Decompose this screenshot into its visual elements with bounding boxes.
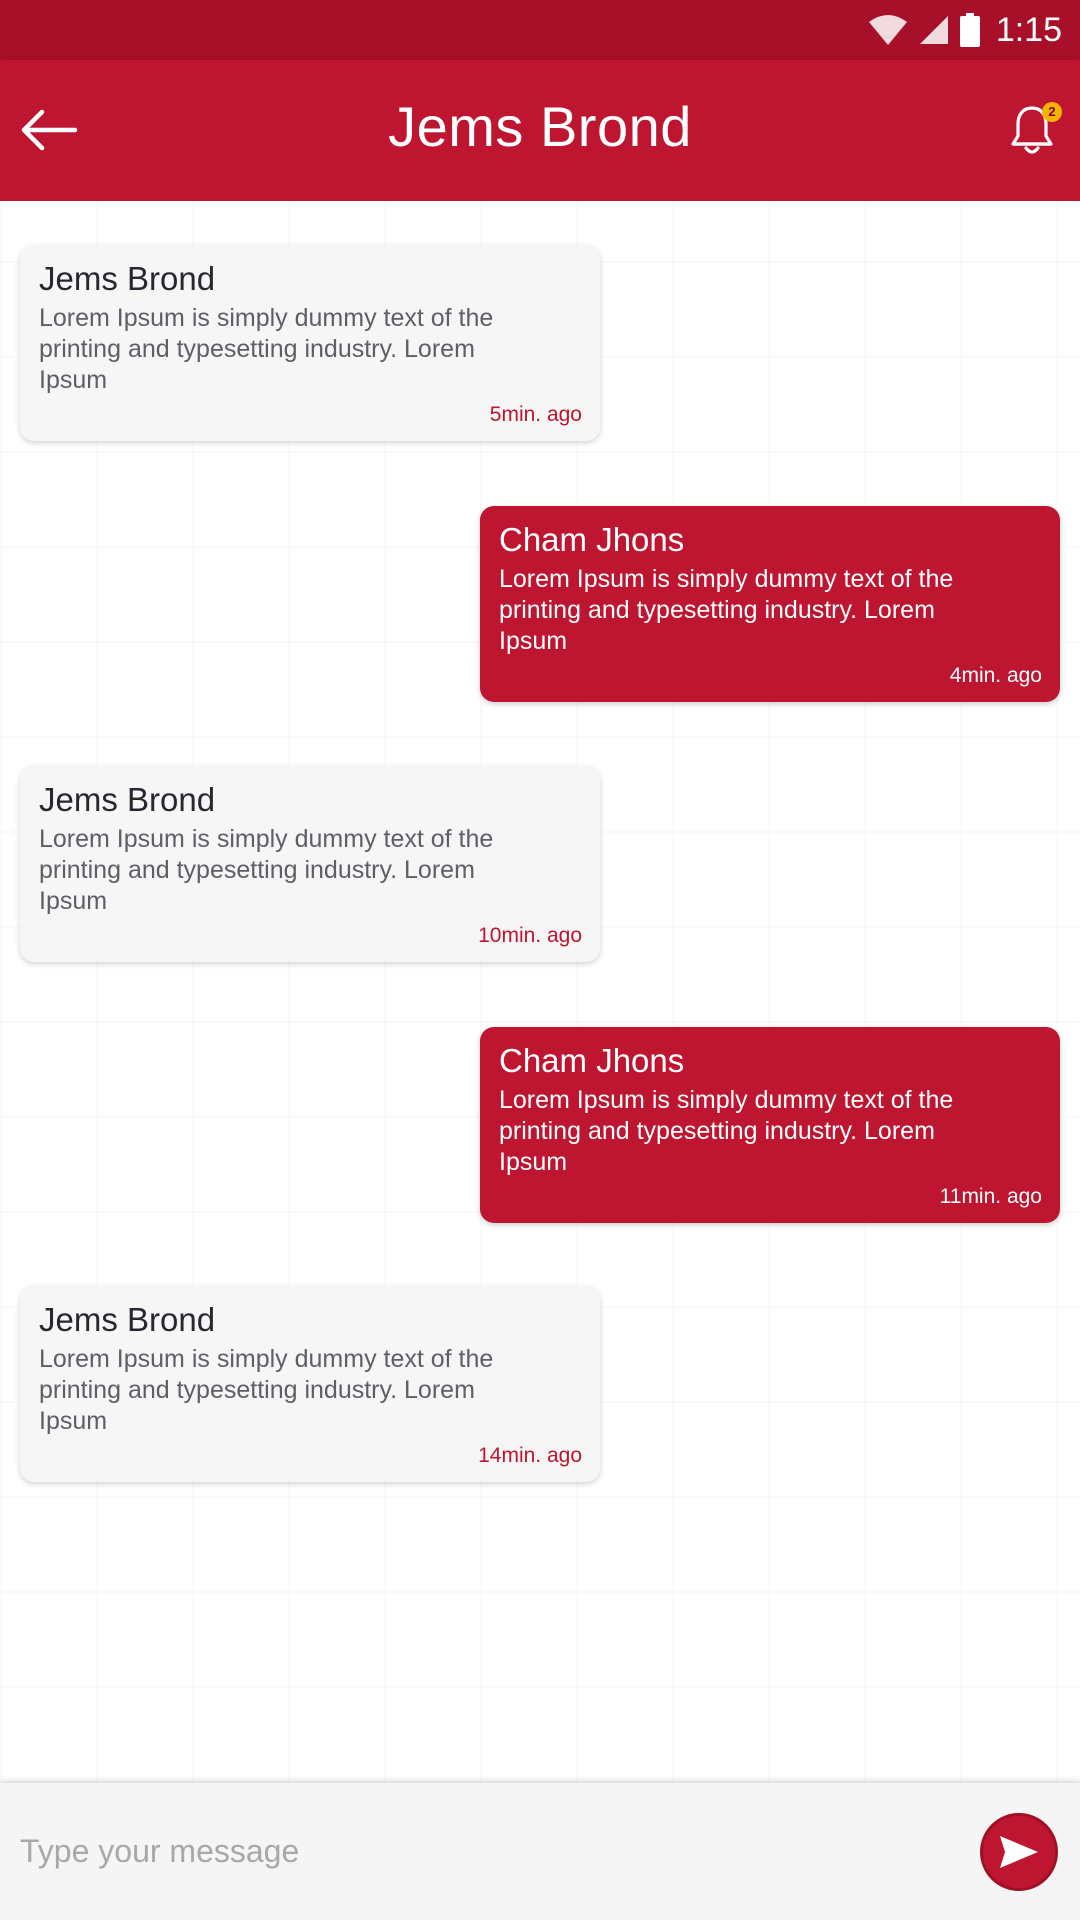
message-sender: Cham Jhons (499, 1042, 685, 1079)
message-time: 11min. ago (939, 1185, 1042, 1208)
notification-button[interactable]: 2 (1010, 102, 1062, 160)
send-icon (1000, 1836, 1038, 1868)
status-bar: 1:15 (0, 0, 1080, 60)
message-bubble-received[interactable]: Jems Brond Lorem Ipsum is simply dummy t… (20, 245, 600, 441)
message-sender: Cham Jhons (499, 521, 685, 558)
message-text: Lorem Ipsum is simply dummy text of the … (499, 565, 954, 655)
message-bubble-received[interactable]: Jems Brond Lorem Ipsum is simply dummy t… (20, 766, 600, 962)
message-sender: Jems Brond (39, 1301, 216, 1338)
app-bar: Jems Brond 2 (0, 60, 1080, 201)
notification-badge: 2 (1042, 102, 1062, 122)
chat-title: Jems Brond (388, 95, 692, 158)
message-bubble-sent[interactable]: Cham Jhons Lorem Ipsum is simply dummy t… (480, 1027, 1060, 1223)
message-time: 5min. ago (489, 403, 582, 426)
send-button[interactable] (980, 1813, 1058, 1891)
message-sender: Jems Brond (39, 260, 216, 297)
battery-icon (959, 13, 980, 47)
message-composer (0, 1783, 1080, 1920)
signal-icon (919, 16, 948, 44)
message-text: Lorem Ipsum is simply dummy text of the … (39, 1345, 494, 1435)
message-bubble-sent[interactable]: Cham Jhons Lorem Ipsum is simply dummy t… (480, 506, 1060, 702)
wifi-icon (868, 15, 907, 45)
message-text: Lorem Ipsum is simply dummy text of the … (499, 1086, 954, 1176)
status-icons: 1:15 (868, 10, 1062, 50)
status-time: 1:15 (995, 10, 1062, 49)
message-text: Lorem Ipsum is simply dummy text of the … (39, 304, 494, 394)
message-input[interactable] (18, 1815, 942, 1887)
message-time: 10min. ago (478, 924, 582, 947)
chat-area[interactable]: Jems Brond Lorem Ipsum is simply dummy t… (0, 201, 1080, 1783)
message-time: 14min. ago (478, 1444, 582, 1467)
message-sender: Jems Brond (39, 781, 216, 818)
message-text: Lorem Ipsum is simply dummy text of the … (39, 825, 494, 915)
message-time: 4min. ago (949, 664, 1042, 687)
message-bubble-received[interactable]: Jems Brond Lorem Ipsum is simply dummy t… (20, 1286, 600, 1482)
